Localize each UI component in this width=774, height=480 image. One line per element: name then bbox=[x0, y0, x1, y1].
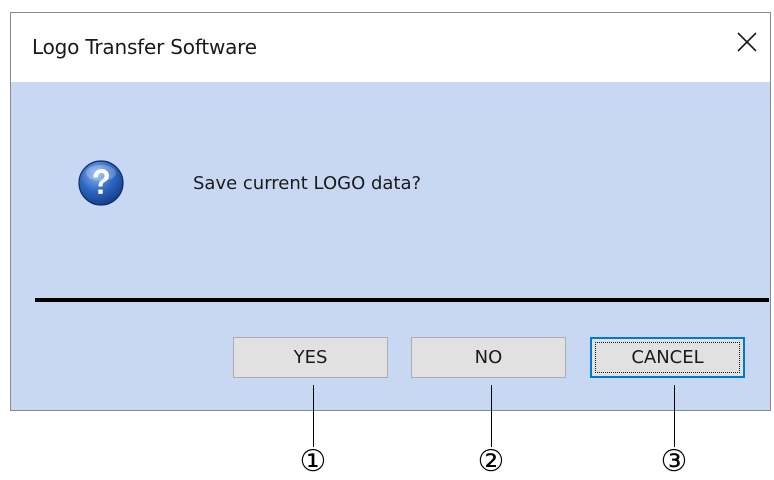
callout-number-1: ① bbox=[299, 444, 327, 479]
close-button[interactable] bbox=[730, 25, 764, 59]
yes-button[interactable]: YES bbox=[233, 337, 388, 378]
dialog-title: Logo Transfer Software bbox=[32, 35, 257, 59]
close-icon bbox=[737, 32, 757, 52]
question-icon bbox=[78, 160, 124, 206]
title-bar: Logo Transfer Software bbox=[11, 13, 770, 82]
callout-line-1 bbox=[313, 385, 314, 447]
no-button[interactable]: NO bbox=[411, 337, 566, 378]
callout-number-2: ② bbox=[477, 444, 505, 479]
cancel-button[interactable]: CANCEL bbox=[590, 337, 745, 378]
dialog-message: Save current LOGO data? bbox=[193, 173, 422, 194]
divider bbox=[35, 298, 769, 302]
dialog-body: Save current LOGO data? YES NO CANCEL bbox=[11, 82, 770, 410]
message-dialog: Logo Transfer Software Save current LOGO… bbox=[10, 12, 771, 411]
callout-line-2 bbox=[491, 385, 492, 447]
callout-number-3: ③ bbox=[660, 444, 688, 479]
callout-line-3 bbox=[674, 385, 675, 447]
cancel-button-label: CANCEL bbox=[631, 347, 704, 368]
